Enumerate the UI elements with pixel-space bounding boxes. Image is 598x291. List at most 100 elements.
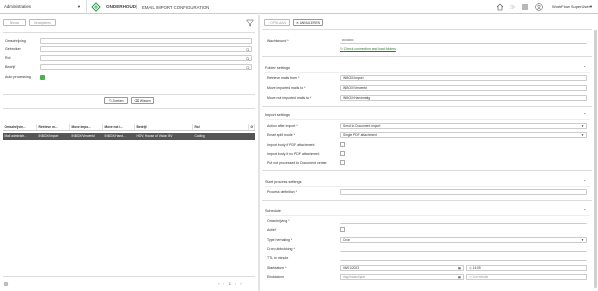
ttl-input[interactable] (340, 255, 587, 261)
search-icon[interactable] (246, 65, 250, 70)
import-body-pdf-label: Import body if PDF attachment (267, 143, 315, 147)
divider (262, 106, 592, 107)
repeat-type-select[interactable]: Cron ▼ (340, 237, 587, 243)
password-field[interactable]: •••••••••• (340, 38, 587, 44)
filter-label-omschrijving: Omschrijving (5, 39, 26, 43)
email-split-mode-select[interactable]: Single PDF attachment ▼ (340, 132, 587, 138)
start-date-label: Startdatum * (267, 266, 287, 270)
pager-current-page[interactable]: 1 (229, 282, 231, 286)
divider (265, 72, 590, 73)
import-body-no-pdf-checkbox[interactable] (340, 151, 345, 156)
new-button[interactable]: Nieuw (3, 19, 26, 26)
cron-label: Cron uitdrukking * (267, 247, 295, 251)
folder-settings-title: Folder settings (265, 66, 290, 70)
end-date-label: Einddatum (267, 275, 284, 279)
column-header[interactable]: Bedrijf (135, 124, 193, 130)
import-settings-title: Import settings (265, 113, 290, 117)
pager-last[interactable]: » (240, 282, 242, 286)
end-date-input[interactable]: dag/maand/jaar ▦ (340, 274, 464, 280)
breadcrumb-module[interactable]: ONDERHOUD (106, 4, 136, 9)
calendar-icon[interactable]: ▦ (458, 275, 461, 280)
save-button[interactable]: ▫ OPSLAAN (264, 19, 290, 26)
chevron-down-icon: ▼ (581, 238, 584, 242)
auto-processing-toggle[interactable] (40, 75, 45, 80)
rol-filter-input[interactable] (40, 55, 252, 61)
check-connection-link[interactable]: ↻ Check connection and load folders (340, 47, 396, 51)
delete-button[interactable]: Verwijderen (29, 19, 56, 26)
start-time-input[interactable]: ◷ 14:05 (466, 265, 587, 271)
chevron-down-icon[interactable]: ▼ (77, 4, 81, 9)
clear-button[interactable]: ⌫ Wissen (131, 97, 154, 104)
move-not-imported-label: Move not imported mails to * (267, 96, 312, 100)
move-not-imported-select[interactable]: INBOX/Handmatig (340, 95, 587, 101)
calendar-icon[interactable]: ▦ (458, 266, 461, 271)
table-cell: INBOX/Import (38, 134, 59, 138)
gebruiker-filter-input[interactable] (40, 46, 252, 52)
import-body-pdf-checkbox[interactable] (340, 142, 345, 147)
chevron-down-icon: ▼ (581, 124, 584, 128)
column-header[interactable]: Move not i... (103, 124, 135, 130)
user-name[interactable]: WorkFlow SuperUser (552, 4, 590, 9)
repeat-type-label: Type herhaling * (267, 238, 293, 242)
retrieve-mails-select[interactable]: INBOX/Import (340, 75, 587, 81)
close-icon: ✕ (295, 20, 299, 25)
top-bar: Administraties ▼ ONDERHOUD | EMAIL IMPOR… (0, 0, 598, 14)
cancel-button[interactable]: ✕ ANNULEREN (293, 19, 323, 26)
pager-next[interactable]: › (235, 282, 236, 286)
pager-first[interactable]: « (218, 282, 220, 286)
home-icon[interactable] (496, 3, 504, 11)
chevron-up-icon[interactable]: ⌃ (583, 112, 586, 117)
divider (262, 170, 592, 171)
table-cell: INBOX/Verwerkt (71, 134, 95, 138)
filter-label-bedrijf: Bedrijf (5, 65, 16, 69)
filter-label-gebruiker: Gebruiker (5, 47, 21, 51)
put-not-processed-label: Put not processed to Document center (267, 161, 327, 165)
column-header[interactable]: Omschrijvin... (3, 124, 37, 130)
omschrijving-filter-input[interactable] (40, 38, 252, 44)
divider (262, 200, 592, 201)
table-cell: Coding (194, 134, 205, 138)
start-process-title: Start process settings (265, 180, 302, 184)
pager-prev[interactable]: ‹ (223, 282, 224, 286)
column-header[interactable]: Retrieve m... (37, 124, 70, 130)
chevron-up-icon[interactable]: ⌃ (583, 65, 586, 70)
app-logo-icon (91, 2, 101, 12)
user-avatar-icon[interactable] (535, 3, 543, 11)
list-icon[interactable] (521, 3, 529, 11)
put-not-processed-checkbox[interactable] (340, 160, 345, 165)
chevron-up-icon[interactable]: ⌃ (583, 179, 586, 184)
divider (3, 94, 255, 95)
move-imported-select[interactable]: INBOX/Verwerkt (340, 85, 587, 91)
schedule-description-label: Omschrijving * (267, 219, 290, 223)
cron-input[interactable] (340, 246, 587, 252)
divider (265, 119, 590, 120)
chevron-down-icon[interactable]: ▼ (589, 4, 593, 9)
column-header[interactable]: Move impo... (70, 124, 103, 130)
divider (3, 276, 255, 277)
active-checkbox[interactable] (340, 227, 345, 232)
bedrijf-filter-input[interactable] (40, 64, 252, 70)
end-time-input[interactable]: ◷ Uur:minute (466, 274, 587, 280)
company-selector[interactable]: Administraties (4, 4, 31, 9)
table-cell: Mail administr... (4, 134, 27, 138)
start-date-input[interactable]: 06/01/2023 ▦ (340, 265, 464, 271)
scrollbar[interactable] (594, 30, 597, 288)
search-button[interactable]: Zoeken (104, 97, 128, 104)
process-definition-select[interactable] (340, 189, 587, 195)
table-row[interactable]: Mail administr... INBOX/Import INBOX/Ver… (3, 133, 255, 140)
divider (262, 56, 592, 57)
forward-icon[interactable] (508, 3, 516, 11)
table-cell: HOV; House of Vision BV (136, 134, 173, 138)
filter-icon[interactable] (246, 19, 254, 27)
action-after-import-select[interactable]: Send to Document import ▼ (340, 123, 587, 129)
column-header[interactable]: Rol (193, 124, 249, 130)
chevron-up-icon[interactable]: ⌃ (583, 208, 586, 213)
list-pane: Nieuw Verwijderen Omschrijving Gebruiker… (0, 15, 258, 291)
gear-icon[interactable] (3, 281, 9, 287)
search-icon[interactable] (246, 47, 250, 52)
schedule-title: Schedule (265, 209, 281, 213)
auto-processing-label: Auto processing (5, 75, 31, 79)
schedule-description-input[interactable] (340, 218, 587, 224)
search-icon[interactable] (246, 56, 250, 61)
column-header[interactable]: G (249, 124, 255, 130)
